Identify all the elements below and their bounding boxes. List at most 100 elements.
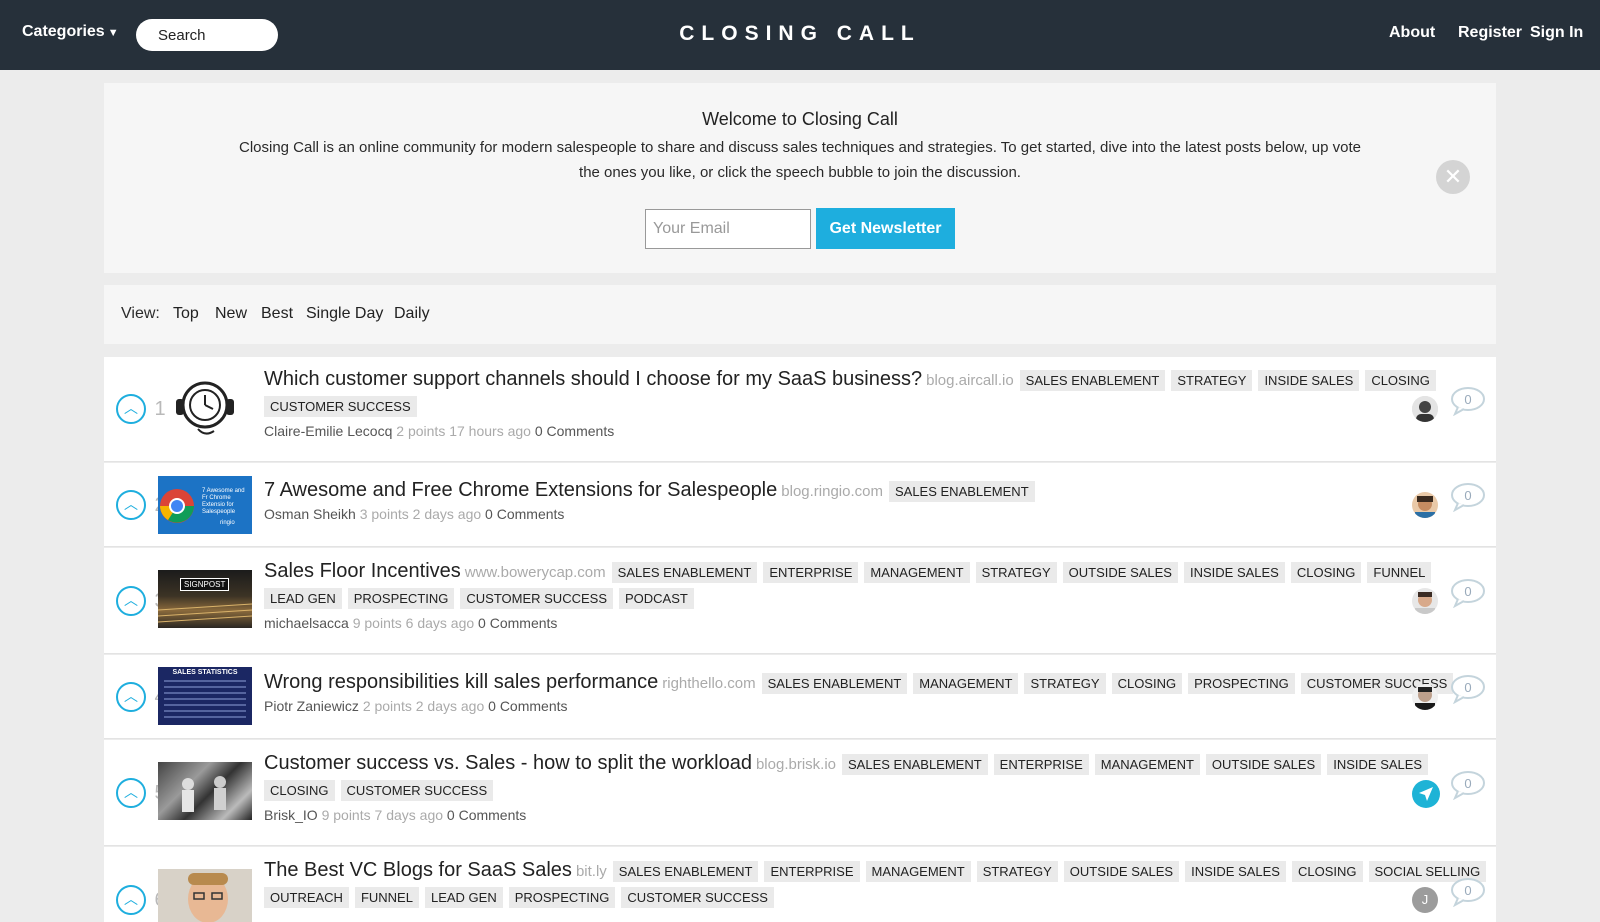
tag-chip[interactable]: SALES ENABLEMENT: [888, 481, 1035, 503]
nav-register-link[interactable]: Register: [1458, 24, 1522, 42]
tag-chip[interactable]: SALES ENABLEMENT: [1019, 370, 1166, 392]
tag-chip[interactable]: MANAGEMENT: [865, 861, 971, 883]
tag-chip[interactable]: PODCAST: [619, 588, 694, 610]
tag-chip[interactable]: FUNNEL: [354, 887, 419, 909]
post-title-link[interactable]: Sales Floor Incentives: [264, 560, 461, 582]
tag-chip[interactable]: MANAGEMENT: [1094, 754, 1200, 776]
post-title-link[interactable]: Wrong responsibilities kill sales perfor…: [264, 671, 658, 693]
post-thumbnail[interactable]: SALES STATISTICS: [158, 667, 252, 725]
upvote-icon[interactable]: ︿: [116, 682, 146, 712]
post-author-link[interactable]: Brisk_IO: [264, 807, 318, 823]
post-thumbnail[interactable]: 7 Awesome and Fr Chrome Extensio for Sal…: [158, 476, 252, 534]
upvote-icon[interactable]: ︿: [116, 885, 146, 915]
post-comments-link[interactable]: 0 Comments: [535, 423, 614, 439]
tag-chip[interactable]: OUTSIDE SALES: [1205, 754, 1322, 776]
get-newsletter-button[interactable]: Get Newsletter: [816, 208, 955, 249]
post-domain-link[interactable]: www.bowerycap.com: [465, 564, 606, 581]
post-title-link[interactable]: 7 Awesome and Free Chrome Extensions for…: [264, 479, 777, 501]
post-domain-link[interactable]: blog.brisk.io: [756, 756, 836, 773]
post-thumbnail[interactable]: [158, 869, 252, 922]
tag-chip[interactable]: STRATEGY: [1171, 370, 1253, 392]
comment-bubble-icon[interactable]: 0: [1450, 386, 1486, 417]
post-thumbnail[interactable]: [168, 371, 242, 441]
close-icon[interactable]: ✕: [1436, 160, 1470, 194]
post-thumbnail[interactable]: SIGNPOST: [158, 570, 252, 628]
tag-chip[interactable]: STRATEGY: [975, 562, 1057, 584]
tag-chip[interactable]: CLOSING: [1290, 562, 1362, 584]
upvote-icon[interactable]: ︿: [116, 490, 146, 520]
tag-chip[interactable]: CUSTOMER SUCCESS: [621, 887, 774, 909]
comment-bubble-icon[interactable]: 0: [1450, 770, 1486, 801]
tag-chip[interactable]: OUTSIDE SALES: [1062, 562, 1178, 584]
tag-chip[interactable]: CUSTOMER SUCCESS: [460, 588, 613, 610]
tag-chip[interactable]: CLOSING: [1365, 370, 1436, 392]
categories-dropdown[interactable]: Categories ▼: [22, 23, 119, 41]
tag-chip[interactable]: OUTSIDE SALES: [1063, 861, 1180, 883]
email-field[interactable]: [645, 209, 811, 249]
post-title-link[interactable]: Which customer support channels should I…: [264, 368, 922, 390]
comment-bubble-icon[interactable]: 0: [1450, 482, 1486, 513]
tag-chip[interactable]: INSIDE SALES: [1183, 562, 1285, 584]
tag-chip[interactable]: STRATEGY: [1024, 673, 1106, 695]
avatar[interactable]: [1412, 780, 1440, 808]
post-title-link[interactable]: The Best VC Blogs for SaaS Sales: [264, 859, 572, 881]
post-comments-link[interactable]: 0 Comments: [478, 615, 557, 631]
post-comments-link[interactable]: 0 Comments: [488, 698, 567, 714]
tag-chip[interactable]: CLOSING: [1291, 861, 1363, 883]
tag-chip[interactable]: CLOSING: [1111, 673, 1183, 695]
upvote-icon[interactable]: ︿: [116, 586, 146, 616]
tag-chip[interactable]: SALES ENABLEMENT: [842, 754, 988, 776]
post-title-link[interactable]: Customer success vs. Sales - how to spli…: [264, 752, 752, 774]
tag-chip[interactable]: PROSPECTING: [347, 588, 455, 610]
avatar[interactable]: [1412, 684, 1438, 710]
nav-sign-in-link[interactable]: Sign In: [1530, 24, 1583, 42]
tag-chip[interactable]: CUSTOMER SUCCESS: [264, 396, 417, 418]
post-domain-link[interactable]: blog.aircall.io: [926, 372, 1014, 389]
tag-chip[interactable]: MANAGEMENT: [864, 562, 970, 584]
avatar[interactable]: [1412, 492, 1438, 518]
comment-bubble-icon[interactable]: 0: [1450, 578, 1486, 609]
avatar[interactable]: J: [1412, 887, 1438, 913]
post-author-link[interactable]: Osman Sheikh: [264, 506, 356, 522]
post-author-link[interactable]: Claire-Emilie Lecocq: [264, 423, 392, 439]
tag-chip[interactable]: SALES ENABLEMENT: [611, 562, 758, 584]
tag-chip[interactable]: LEAD GEN: [264, 588, 342, 610]
view-option-top[interactable]: Top: [173, 305, 199, 323]
view-option-new[interactable]: New: [215, 305, 247, 323]
post-domain-link[interactable]: righthello.com: [662, 675, 755, 692]
tag-chip[interactable]: MANAGEMENT: [913, 673, 1019, 695]
post-domain-link[interactable]: blog.ringio.com: [781, 483, 883, 500]
tag-chip[interactable]: STRATEGY: [976, 861, 1058, 883]
tag-chip[interactable]: FUNNEL: [1367, 562, 1432, 584]
tag-chip[interactable]: CUSTOMER SUCCESS: [340, 780, 494, 802]
tag-chip[interactable]: ENTERPRISE: [993, 754, 1089, 776]
avatar[interactable]: [1412, 588, 1438, 614]
tag-chip[interactable]: PROSPECTING: [1188, 673, 1295, 695]
view-option-single-day[interactable]: Single Day: [306, 305, 383, 323]
comment-bubble-icon[interactable]: 0: [1450, 674, 1486, 705]
tag-chip[interactable]: CLOSING: [264, 780, 335, 802]
post-comments-link[interactable]: 0 Comments: [447, 807, 526, 823]
tag-chip[interactable]: SALES ENABLEMENT: [612, 861, 759, 883]
post-domain-link[interactable]: bit.ly: [576, 863, 607, 880]
avatar[interactable]: [1412, 396, 1438, 422]
view-option-daily[interactable]: Daily: [394, 305, 430, 323]
tag-chip[interactable]: INSIDE SALES: [1258, 370, 1360, 392]
tag-chip[interactable]: OUTREACH: [264, 887, 349, 909]
upvote-icon[interactable]: ︿: [116, 394, 146, 424]
tag-chip[interactable]: LEAD GEN: [424, 887, 503, 909]
post-comments-link[interactable]: 0 Comments: [485, 506, 564, 522]
tag-chip[interactable]: INSIDE SALES: [1327, 754, 1429, 776]
post-author-link[interactable]: Piotr Zaniewicz: [264, 698, 359, 714]
upvote-icon[interactable]: ︿: [116, 778, 146, 808]
view-option-best[interactable]: Best: [261, 305, 293, 323]
tag-chip[interactable]: ENTERPRISE: [763, 562, 859, 584]
post-author-link[interactable]: michaelsacca: [264, 615, 349, 631]
search-input[interactable]: [136, 19, 278, 51]
nav-about-link[interactable]: About: [1389, 24, 1435, 42]
tag-chip[interactable]: ENTERPRISE: [764, 861, 860, 883]
comment-bubble-icon[interactable]: 0: [1450, 877, 1486, 908]
tag-chip[interactable]: PROSPECTING: [508, 887, 616, 909]
tag-chip[interactable]: SALES ENABLEMENT: [761, 673, 908, 695]
tag-chip[interactable]: INSIDE SALES: [1185, 861, 1286, 883]
